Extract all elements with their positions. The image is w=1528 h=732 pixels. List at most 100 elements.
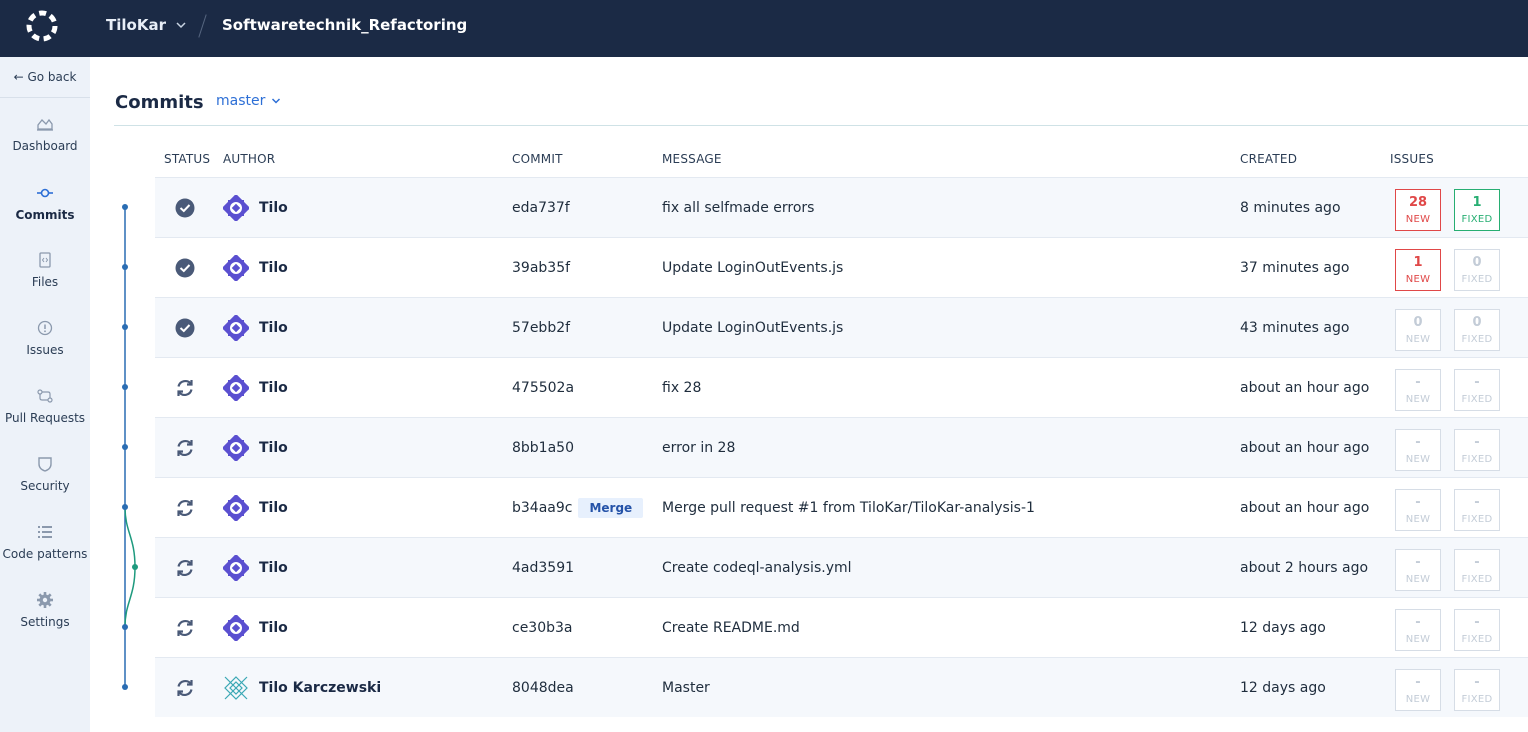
- sidebar-item-files[interactable]: Files: [0, 251, 90, 309]
- created-time: 12 days ago: [1240, 680, 1326, 696]
- table-row[interactable]: Tilo 475502a fix 28 about an hour ago - NEW - F…: [155, 357, 1528, 417]
- new-issues-badge[interactable]: - NEW: [1395, 549, 1441, 591]
- new-issues-count: -: [1415, 615, 1421, 630]
- org-switcher[interactable]: TiloKar: [106, 16, 186, 34]
- commit-cell: 4ad3591: [512, 538, 574, 598]
- graph-commit-node: [122, 444, 128, 450]
- branch-selector[interactable]: master: [216, 93, 281, 109]
- table-row[interactable]: Tilo 4ad3591 Create codeql-analysis.yml abo…: [155, 537, 1528, 597]
- new-issues-badge[interactable]: 28 NEW: [1395, 189, 1441, 231]
- commit-message[interactable]: Create README.md: [662, 598, 800, 658]
- new-issues-label: NEW: [1405, 274, 1431, 285]
- new-issues-count: -: [1415, 495, 1421, 510]
- commit-sha-link[interactable]: 4ad3591: [512, 560, 574, 576]
- fixed-issues-count: 1: [1472, 195, 1482, 210]
- go-back-link[interactable]: ← Go back: [0, 57, 90, 98]
- table-row[interactable]: Tilo 39ab35f Update LoginOutEvents.js 37 mi…: [155, 237, 1528, 297]
- new-issues-badge[interactable]: - NEW: [1395, 489, 1441, 531]
- sidebar-item-label: Commits: [15, 208, 75, 222]
- merge-badge: Merge: [578, 498, 644, 518]
- commit-cell: 8048dea: [512, 658, 574, 718]
- shield-icon: [38, 457, 52, 472]
- graph-commit-node: [122, 324, 128, 330]
- commit-sha-link[interactable]: 57ebb2f: [512, 320, 570, 336]
- status-cell: [175, 658, 195, 718]
- commit-sha-link[interactable]: 8bb1a50: [512, 440, 574, 456]
- fixed-issues-badge[interactable]: - FIXED: [1454, 549, 1500, 591]
- new-issues-badge[interactable]: 0 NEW: [1395, 309, 1441, 351]
- sidebar-item-pull-requests[interactable]: Pull Requests: [0, 387, 90, 445]
- sync-icon: [177, 620, 193, 636]
- commit-message[interactable]: Merge pull request #1 from TiloKar/TiloK…: [662, 478, 1035, 538]
- commit-message[interactable]: Create codeql-analysis.yml: [662, 538, 852, 598]
- avatar: [223, 255, 249, 281]
- repo-name[interactable]: Softwaretechnik_Refactoring: [222, 16, 467, 34]
- chevron-down-icon: [272, 98, 281, 104]
- fixed-issues-badge[interactable]: 0 FIXED: [1454, 309, 1500, 351]
- commit-sha-link[interactable]: ce30b3a: [512, 620, 573, 636]
- table-row[interactable]: Tilo b34aa9c Merge Merge pull request #1 fr…: [155, 477, 1528, 537]
- sidebar-item-label: Code patterns: [2, 547, 88, 561]
- table-row[interactable]: Tilo Karczewski 8048dea Master 12 days ago -…: [155, 657, 1528, 717]
- avatar: [223, 315, 249, 341]
- commit-message[interactable]: fix 28: [662, 358, 701, 418]
- status-cell: [175, 298, 195, 358]
- table-row[interactable]: Tilo ce30b3a Create README.md 12 days ago - N…: [155, 597, 1528, 657]
- commit-message[interactable]: error in 28: [662, 418, 735, 478]
- graph-commit-node: [122, 264, 128, 270]
- sync-icon: [177, 440, 193, 456]
- fixed-issues-badge[interactable]: - FIXED: [1454, 489, 1500, 531]
- author-name: Tilo: [259, 260, 288, 276]
- column-header-status: STATUS: [164, 152, 211, 166]
- fixed-issues-badge[interactable]: - FIXED: [1454, 429, 1500, 471]
- table-row[interactable]: Tilo 57ebb2f Update LoginOutEvents.js 43 mi…: [155, 297, 1528, 357]
- author-name: Tilo: [259, 440, 288, 456]
- status-cell: [175, 538, 195, 598]
- commit-sha-link[interactable]: b34aa9c: [512, 500, 572, 516]
- new-issues-badge[interactable]: - NEW: [1395, 429, 1441, 471]
- graph-commit-node: [122, 684, 128, 690]
- fixed-issues-badge[interactable]: 1 FIXED: [1454, 189, 1500, 231]
- new-issues-label: NEW: [1405, 334, 1431, 345]
- fixed-issues-badge[interactable]: - FIXED: [1454, 609, 1500, 651]
- fixed-issues-label: FIXED: [1461, 274, 1493, 285]
- sidebar-item-security[interactable]: Security: [0, 455, 90, 513]
- fixed-issues-badge[interactable]: - FIXED: [1454, 669, 1500, 711]
- commit-sha-link[interactable]: 39ab35f: [512, 260, 570, 276]
- avatar: [223, 195, 249, 221]
- new-issues-badge[interactable]: - NEW: [1395, 609, 1441, 651]
- new-issues-badge[interactable]: - NEW: [1395, 369, 1441, 411]
- sidebar-item-label: Issues: [26, 343, 64, 357]
- status-cell: [175, 418, 195, 478]
- commit-message[interactable]: Update LoginOutEvents.js: [662, 238, 843, 298]
- org-name: TiloKar: [106, 16, 166, 34]
- check-circle-icon: [175, 198, 195, 218]
- fixed-issues-count: 0: [1472, 255, 1482, 270]
- new-issues-badge[interactable]: 1 NEW: [1395, 249, 1441, 291]
- sidebar-item-settings[interactable]: Settings: [0, 591, 90, 649]
- new-issues-badge[interactable]: - NEW: [1395, 669, 1441, 711]
- commit-message[interactable]: Update LoginOutEvents.js: [662, 298, 843, 358]
- created-time: 43 minutes ago: [1240, 320, 1350, 336]
- commit-graph: [122, 204, 138, 690]
- column-header-message: MESSAGE: [662, 152, 722, 166]
- fixed-issues-badge[interactable]: 0 FIXED: [1454, 249, 1500, 291]
- branch-name: master: [216, 93, 266, 109]
- new-issues-count: -: [1415, 435, 1421, 450]
- fixed-issues-badge[interactable]: - FIXED: [1454, 369, 1500, 411]
- sidebar-item-issues[interactable]: Issues: [0, 319, 90, 377]
- commit-sha-link[interactable]: eda737f: [512, 200, 570, 216]
- table-row[interactable]: Tilo 8bb1a50 error in 28 about an hour ago -…: [155, 417, 1528, 477]
- issue-icon: [37, 320, 53, 336]
- created-time: about an hour ago: [1240, 440, 1370, 456]
- sidebar-item-dashboard[interactable]: Dashboard: [0, 115, 90, 173]
- commit-message[interactable]: Master: [662, 658, 710, 718]
- table-row[interactable]: Tilo eda737f fix all selfmade errors 8 minu…: [155, 177, 1528, 237]
- codacy-logo-icon[interactable]: [24, 8, 60, 44]
- commit-sha-link[interactable]: 475502a: [512, 380, 574, 396]
- commit-message[interactable]: fix all selfmade errors: [662, 178, 814, 238]
- main-content: Commits master STATUS AUTHOR COMMIT MESS…: [90, 57, 1528, 732]
- sidebar-item-commits[interactable]: Commits: [0, 184, 90, 242]
- sidebar-item-code-patterns[interactable]: Code patterns: [0, 523, 90, 581]
- commit-sha-link[interactable]: 8048dea: [512, 680, 574, 696]
